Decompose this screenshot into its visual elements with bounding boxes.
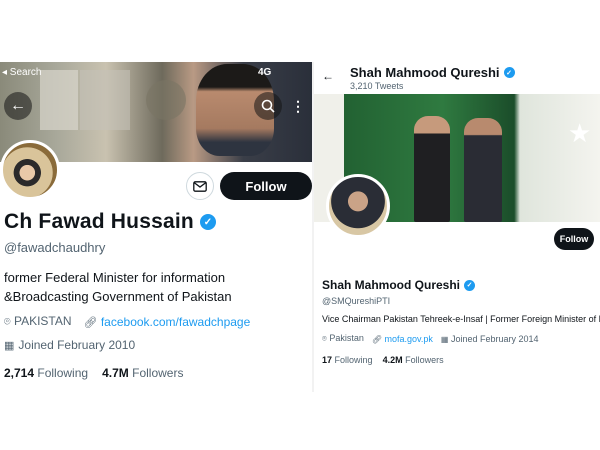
search-icon bbox=[261, 99, 275, 113]
following-stat[interactable]: 17 Following bbox=[322, 355, 373, 365]
location-icon: ⌾ bbox=[322, 334, 327, 343]
website-link[interactable]: facebook.com/fawadchpage bbox=[101, 315, 250, 329]
back-arrow-icon[interactable]: ← bbox=[322, 69, 334, 83]
verified-badge-icon: ✓ bbox=[503, 67, 515, 78]
followers-label: Followers bbox=[132, 366, 184, 380]
profile-bio: former Federal Minister for information … bbox=[4, 270, 232, 304]
following-count: 2,714 bbox=[4, 366, 35, 380]
banner-emblem bbox=[146, 80, 186, 120]
followers-count: 4.7M bbox=[102, 366, 129, 380]
follow-button[interactable]: Follow bbox=[554, 228, 594, 250]
tweet-count: 3,210 Tweets bbox=[350, 81, 404, 91]
banner-person bbox=[414, 116, 450, 222]
banner-star-icon: ★ bbox=[568, 118, 592, 148]
message-button[interactable] bbox=[186, 172, 214, 200]
joined-item: ▦ Joined February 2014 bbox=[441, 334, 539, 344]
profile-panel-right: ← Shah Mahmood Qureshi ✓ 3,210 Tweets ★ … bbox=[314, 62, 600, 370]
website-item[interactable]: 🔗︎ facebook.com/fawadchpage bbox=[84, 315, 251, 329]
profile-meta-row: ⌾ Pakistan 🔗︎ mofa.gov.pk ▦ Joined Febru… bbox=[322, 333, 539, 344]
back-button[interactable]: ← bbox=[4, 92, 32, 120]
back-arrow-icon: ← bbox=[10, 97, 26, 114]
profile-meta-row: ⌾ PAKISTAN 🔗︎ facebook.com/fawadchpage bbox=[4, 314, 250, 329]
link-icon: 🔗︎ bbox=[83, 316, 98, 329]
verified-badge-icon: ✓ bbox=[464, 279, 476, 291]
display-name-row: Shah Mahmood Qureshi ✓ bbox=[322, 278, 476, 292]
following-count: 17 bbox=[322, 355, 333, 365]
followers-count: 4.2M bbox=[382, 355, 403, 365]
following-stat[interactable]: 2,714 Following bbox=[4, 366, 88, 380]
calendar-icon: ▦ bbox=[440, 334, 449, 344]
header-name-row: Shah Mahmood Qureshi ✓ bbox=[350, 65, 515, 80]
location-text: PAKISTAN bbox=[13, 314, 72, 328]
link-icon: 🔗︎ bbox=[371, 334, 383, 344]
follow-button[interactable]: Follow bbox=[220, 172, 312, 200]
followers-stat[interactable]: 4.7M Followers bbox=[102, 366, 183, 380]
location-icon: ⌾ bbox=[4, 316, 11, 328]
location-text: Pakistan bbox=[329, 333, 364, 343]
joined-date: Joined February 2014 bbox=[450, 333, 539, 344]
profile-bio: Vice Chairman Pakistan Tehreek-e-Insaf |… bbox=[322, 314, 600, 324]
website-link[interactable]: mofa.gov.pk bbox=[385, 334, 433, 344]
joined-date: Joined February 2010 bbox=[18, 338, 136, 352]
user-handle: @fawadchaudhry bbox=[4, 240, 106, 255]
more-button[interactable]: ⋮ bbox=[288, 92, 308, 120]
following-label: Following bbox=[334, 355, 373, 365]
display-name-row: Ch Fawad Hussain ✓ bbox=[4, 210, 216, 234]
display-name: Shah Mahmood Qureshi bbox=[322, 278, 461, 292]
website-item[interactable]: 🔗︎ mofa.gov.pk bbox=[372, 334, 433, 344]
avatar[interactable] bbox=[0, 140, 60, 200]
display-name: Ch Fawad Hussain bbox=[4, 210, 194, 233]
network-indicator: 4G bbox=[258, 67, 272, 78]
avatar[interactable] bbox=[326, 174, 390, 238]
banner-person bbox=[464, 118, 502, 222]
profile-panel-left: ◂ Search 4G ← ⋮ Follow Ch Fawad Hussain … bbox=[0, 62, 312, 392]
profile-header-bar: ← Shah Mahmood Qureshi ✓ 3,210 Tweets bbox=[314, 62, 600, 96]
status-bar: ◂ Search 4G bbox=[0, 67, 312, 83]
followers-stat[interactable]: 4.2M Followers bbox=[383, 355, 444, 365]
followers-label: Followers bbox=[405, 355, 444, 365]
user-handle: @SMQureshiPTI bbox=[322, 296, 391, 306]
mail-icon bbox=[193, 180, 207, 192]
back-to-search-link[interactable]: ◂ Search bbox=[2, 67, 41, 78]
calendar-icon: ▦ bbox=[4, 339, 15, 352]
location-item: ⌾ PAKISTAN bbox=[4, 314, 72, 329]
joined-row: ▦ Joined February 2010 bbox=[4, 338, 135, 352]
following-label: Following bbox=[37, 366, 89, 380]
follow-stats: 17 Following 4.2M Followers bbox=[322, 355, 444, 365]
header-display-name: Shah Mahmood Qureshi bbox=[350, 65, 500, 80]
search-button[interactable] bbox=[254, 92, 282, 120]
more-icon: ⋮ bbox=[291, 97, 305, 114]
location-item: ⌾ Pakistan bbox=[322, 333, 364, 344]
follow-stats: 2,714 Following 4.7M Followers bbox=[4, 366, 183, 380]
verified-badge-icon: ✓ bbox=[199, 214, 216, 230]
